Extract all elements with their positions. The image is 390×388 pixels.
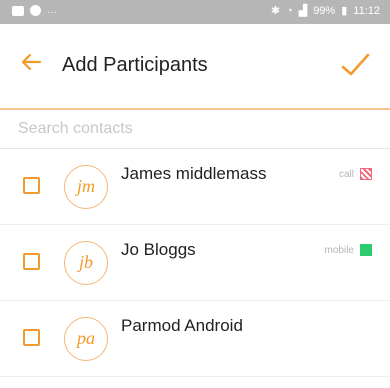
status-indicator-icon — [360, 168, 372, 180]
screen: … ✱ ◔ ▟ 99% ▮ 11:12 Add Participants Sea… — [0, 0, 390, 388]
clock: 11:12 — [353, 4, 380, 17]
contact-list: jm James middlemass call jb Jo Bloggs mo… — [0, 149, 390, 377]
avatar: pa — [64, 317, 108, 361]
status-indicator-icon — [360, 244, 372, 256]
status-bar-right: ✱ ◔ ▟ 99% ▮ 11:12 — [270, 4, 380, 18]
status-label: call — [338, 168, 354, 180]
status-bar-left-icons: … — [12, 5, 57, 16]
search-input[interactable] — [16, 115, 370, 143]
app-bar: Add Participants — [0, 24, 390, 110]
status-bar: … ✱ ◔ ▟ 99% ▮ 11:12 — [0, 0, 390, 24]
contact-checkbox[interactable] — [23, 329, 40, 346]
app-notification-icon — [30, 5, 41, 16]
arrow-left-icon — [21, 53, 42, 71]
more-notifications-icon: … — [47, 5, 57, 16]
contact-checkbox[interactable] — [23, 253, 40, 270]
checkmark-icon — [341, 53, 370, 76]
contact-row[interactable]: pa Parmod Android — [0, 301, 390, 377]
contact-checkbox[interactable] — [23, 177, 40, 194]
notification-icon — [12, 5, 24, 16]
wifi-icon: ◔ — [286, 4, 293, 17]
confirm-button[interactable] — [338, 48, 372, 82]
battery-percent: 99% — [313, 4, 336, 17]
bluetooth-icon: ✱ — [270, 5, 281, 17]
contact-row[interactable]: jb Jo Bloggs mobile — [0, 225, 390, 301]
status-label: mobile — [324, 244, 354, 256]
search-bar — [0, 110, 390, 149]
signal-icon: ▟ — [298, 5, 308, 17]
contact-row[interactable]: jm James middlemass call — [0, 149, 390, 225]
avatar: jb — [64, 241, 108, 285]
contact-name: James middlemass — [121, 164, 267, 183]
avatar: jm — [64, 165, 108, 209]
back-button[interactable] — [20, 50, 48, 78]
contact-name: Parmod Android — [121, 316, 243, 335]
page-title: Add Participants — [62, 54, 208, 76]
contact-name: Jo Bloggs — [121, 240, 196, 259]
battery-icon: ▮ — [341, 5, 348, 17]
contact-status: mobile — [325, 244, 372, 256]
contact-status: call — [339, 168, 372, 180]
